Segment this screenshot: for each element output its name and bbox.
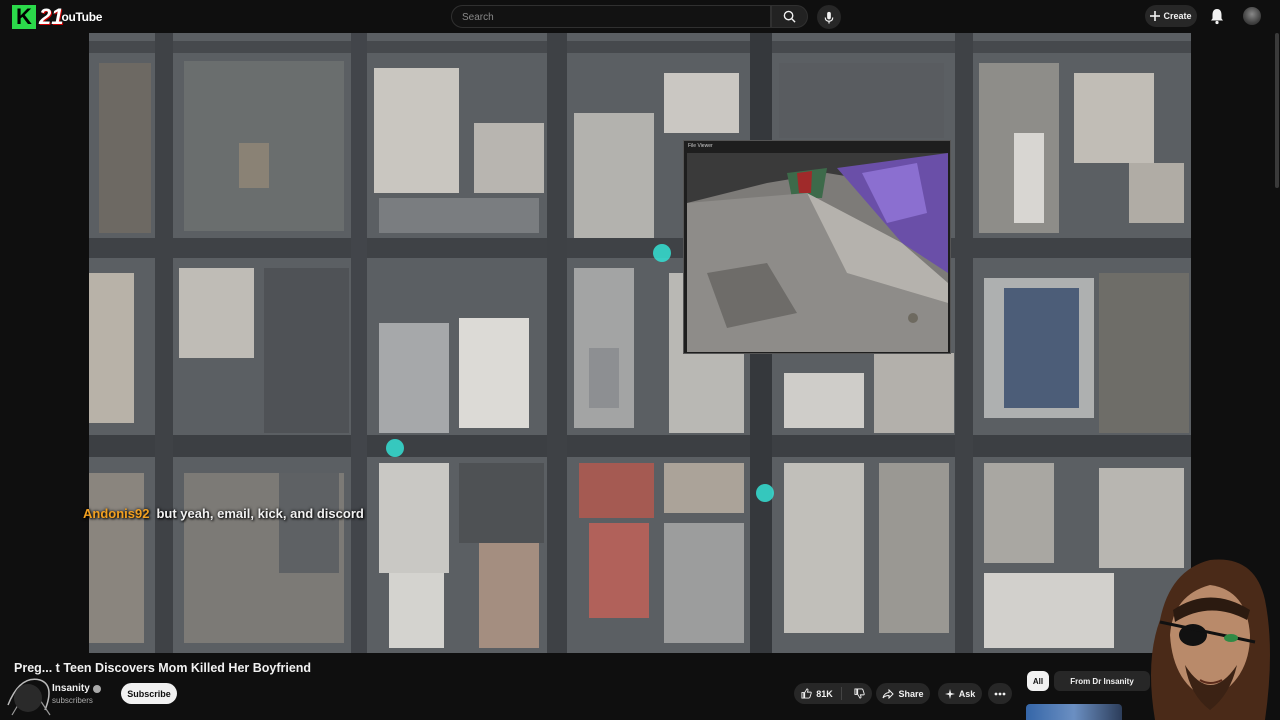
subscribe-button[interactable]: Subscribe bbox=[121, 683, 177, 704]
video-player[interactable]: File Viewer bbox=[89, 33, 1191, 653]
share-icon bbox=[882, 688, 895, 699]
search-placeholder: Search bbox=[462, 12, 494, 23]
chat-overlay: Andonis92 but yeah, email, kick, and disc… bbox=[83, 506, 364, 521]
ask-label: Ask bbox=[958, 688, 976, 699]
street-photo bbox=[687, 153, 948, 352]
share-label: Share bbox=[898, 688, 924, 699]
search-input[interactable]: Search bbox=[451, 5, 771, 28]
search-icon bbox=[783, 10, 796, 23]
verified-icon bbox=[92, 684, 101, 693]
channel-name[interactable]: Insanity bbox=[52, 683, 101, 694]
like-count: 81K bbox=[816, 688, 833, 699]
map-marker bbox=[653, 244, 671, 262]
thumbs-up-icon bbox=[801, 688, 812, 699]
satellite-map-view bbox=[89, 33, 1191, 653]
chip-all[interactable]: All bbox=[1027, 671, 1049, 691]
create-label: Create bbox=[1163, 11, 1192, 21]
plus-icon bbox=[1150, 11, 1161, 21]
chat-message: but yeah, email, kick, and discord bbox=[156, 506, 364, 521]
account-avatar[interactable] bbox=[1243, 7, 1261, 25]
chat-username: Andonis92 bbox=[83, 506, 150, 521]
search-button[interactable] bbox=[771, 5, 808, 28]
streamer-avatar-overlay bbox=[1151, 559, 1270, 720]
microphone-icon bbox=[824, 11, 834, 24]
like-button[interactable]: 81K bbox=[801, 687, 842, 700]
create-button[interactable]: Create bbox=[1145, 5, 1197, 27]
sparkle-icon bbox=[944, 688, 955, 699]
page-scrollbar[interactable] bbox=[1275, 33, 1279, 188]
channel-name-text: Insanity bbox=[52, 683, 90, 694]
thumbs-down-icon bbox=[854, 688, 865, 699]
channel-avatar[interactable] bbox=[14, 684, 42, 712]
dislike-button[interactable] bbox=[846, 688, 865, 699]
logo-text: ouTube bbox=[61, 9, 103, 24]
more-horizontal-icon bbox=[994, 692, 1006, 695]
kick-logo-icon: K bbox=[12, 4, 36, 29]
file-viewer-title: File Viewer bbox=[688, 143, 713, 149]
subscriber-count: subscribers bbox=[52, 696, 93, 705]
share-button[interactable]: Share bbox=[876, 683, 930, 704]
file-viewer-window[interactable]: File Viewer bbox=[683, 140, 951, 354]
voice-search-button[interactable] bbox=[817, 5, 841, 29]
map-marker bbox=[756, 484, 774, 502]
top-bar: K 21 ouTube Search Create bbox=[0, 0, 1280, 33]
map-marker bbox=[386, 439, 404, 457]
more-actions-button[interactable] bbox=[988, 683, 1012, 704]
notifications-bell-icon[interactable] bbox=[1208, 7, 1226, 25]
like-dislike-group: 81K bbox=[794, 683, 872, 704]
youtube-logo[interactable]: K 21 ouTube bbox=[12, 3, 102, 30]
logo-number: 21 bbox=[39, 3, 64, 29]
recommended-video-thumbnail[interactable] bbox=[1026, 704, 1122, 720]
ask-button[interactable]: Ask bbox=[938, 683, 982, 704]
